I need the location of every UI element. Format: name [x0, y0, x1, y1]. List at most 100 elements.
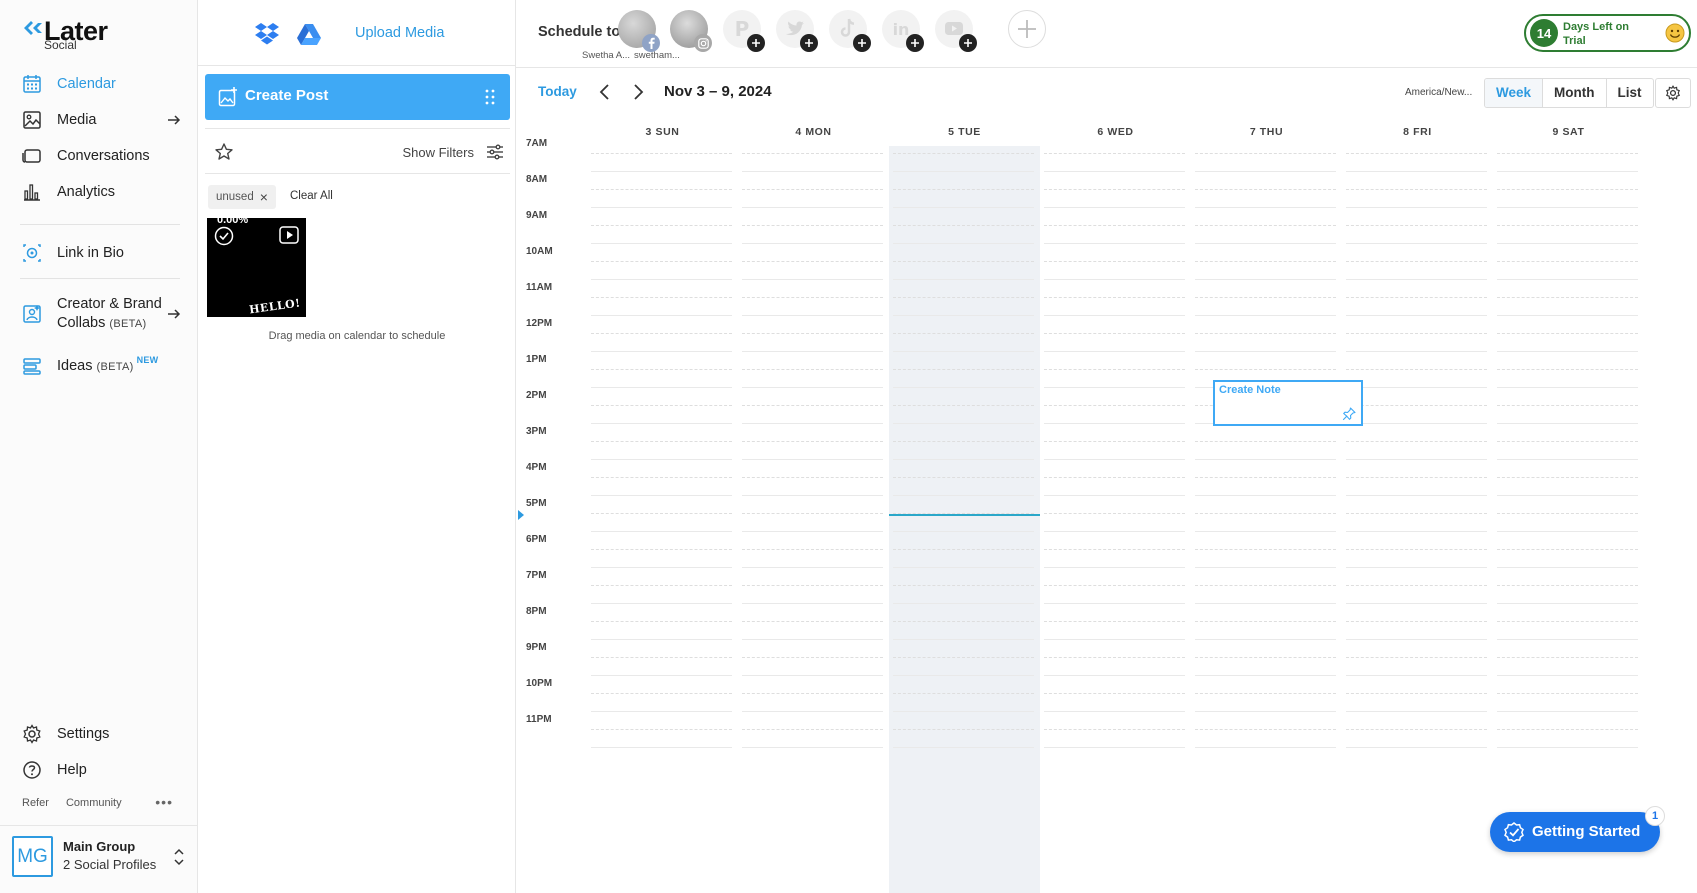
add-pinterest-profile[interactable]: P	[723, 10, 765, 52]
sidebar-item-label: Help	[57, 762, 87, 778]
time-slot-line	[1497, 711, 1638, 712]
time-slot-line	[1497, 315, 1638, 316]
time-slot-line	[1346, 351, 1487, 352]
timezone-select[interactable]: America/New...	[1405, 87, 1472, 98]
refer-link[interactable]: Refer	[22, 797, 49, 809]
sidebar-item-label: Link in Bio	[57, 245, 124, 261]
group-switcher[interactable]: MG Main Group 2 Social Profiles	[12, 836, 192, 880]
time-slot-line	[742, 315, 883, 316]
close-icon[interactable]: ×	[260, 189, 268, 205]
half-hour-line	[1497, 693, 1638, 694]
group-avatar: MG	[12, 836, 53, 877]
community-link[interactable]: Community	[66, 797, 122, 809]
current-time-marker	[518, 510, 524, 520]
time-slot-line	[742, 567, 883, 568]
half-hour-line	[742, 693, 883, 694]
more-options-icon[interactable]: •••	[155, 794, 173, 810]
time-slot-line	[1195, 603, 1336, 604]
hour-label: 9AM	[526, 210, 548, 221]
add-twitter-profile[interactable]	[776, 10, 818, 52]
half-hour-line	[1195, 693, 1336, 694]
calendar-settings-button[interactable]	[1655, 78, 1691, 108]
time-slot-line	[591, 495, 732, 496]
check-circle-icon[interactable]	[214, 226, 234, 246]
half-hour-line	[1346, 477, 1487, 478]
time-slot-line	[1044, 171, 1185, 172]
half-hour-line	[1195, 441, 1336, 442]
show-filters-button[interactable]: Show Filters	[402, 145, 474, 160]
hour-label: 4PM	[526, 462, 547, 473]
time-slot-line	[1497, 603, 1638, 604]
half-hour-line	[893, 621, 1034, 622]
time-slot-line	[742, 387, 883, 388]
view-week-button[interactable]: Week	[1485, 79, 1544, 107]
time-slot-line	[1195, 279, 1336, 280]
chevron-left-icon[interactable]	[596, 82, 614, 102]
sidebar-item-label: Analytics	[57, 184, 116, 200]
sidebar-item-calendar[interactable]: Calendar	[0, 66, 198, 102]
filter-chip-label: unused	[216, 191, 254, 203]
time-slot-line	[1346, 495, 1487, 496]
top-header: Schedule to Swetha A... swetham... P in …	[516, 0, 1697, 68]
sidebar-item-settings[interactable]: Settings	[0, 716, 198, 752]
add-youtube-profile[interactable]	[935, 10, 977, 52]
sidebar-item-creator-brand-collabs[interactable]: Creator & Brand Collabs (BETA)	[0, 290, 198, 338]
svg-text:P: P	[735, 17, 750, 41]
view-list-button[interactable]: List	[1607, 79, 1653, 107]
create-post-button[interactable]: Create Post	[205, 74, 510, 120]
filter-chip-unused[interactable]: unused ×	[208, 185, 276, 209]
getting-started-button[interactable]: Getting Started 1	[1490, 806, 1665, 852]
clear-all-button[interactable]: Clear All	[290, 190, 333, 202]
half-hour-line	[1497, 261, 1638, 262]
google-drive-icon[interactable]	[296, 23, 322, 45]
half-hour-line	[1044, 585, 1185, 586]
half-hour-line	[591, 657, 732, 658]
half-hour-line	[1044, 657, 1185, 658]
trial-badge[interactable]: 14 Days Left on Trial	[1524, 14, 1691, 52]
star-icon[interactable]	[214, 142, 234, 162]
half-hour-line	[1346, 153, 1487, 154]
half-hour-line	[591, 261, 732, 262]
half-hour-line	[742, 189, 883, 190]
time-slot-line	[893, 279, 1034, 280]
today-button[interactable]: Today	[538, 84, 577, 99]
sidebar-item-link-in-bio[interactable]: Link in Bio	[0, 235, 198, 271]
time-slot-line	[893, 207, 1034, 208]
time-slot-line	[1346, 423, 1487, 424]
half-hour-line	[591, 189, 732, 190]
sliders-icon[interactable]	[486, 143, 504, 161]
profile-instagram[interactable]	[670, 10, 712, 52]
add-profile-button[interactable]	[1008, 10, 1046, 48]
dropbox-icon[interactable]	[254, 22, 280, 46]
half-hour-line	[1195, 333, 1336, 334]
sidebar-item-media[interactable]: Media	[0, 102, 198, 138]
half-hour-line	[893, 369, 1034, 370]
time-slot-line	[893, 675, 1034, 676]
upload-media-link[interactable]: Upload Media	[355, 25, 444, 41]
time-slot-line	[1497, 459, 1638, 460]
profile-facebook[interactable]	[618, 10, 660, 52]
pin-icon[interactable]	[1342, 407, 1356, 421]
half-hour-line	[1497, 657, 1638, 658]
add-tiktok-profile[interactable]	[829, 10, 871, 52]
time-slot-line	[1497, 207, 1638, 208]
sidebar-item-ideas[interactable]: Ideas (BETA)NEW	[0, 348, 198, 384]
smiley-icon	[1665, 23, 1685, 43]
view-month-button[interactable]: Month	[1543, 79, 1607, 107]
half-hour-line	[1497, 513, 1638, 514]
trial-days-count: 14	[1530, 19, 1558, 47]
calendar-week-grid[interactable]: 3 SUN 4 MON 5 TUE 6 WED 7 THU 8 FRI 9 SAT 7AM 8A…	[516, 116, 1697, 893]
sidebar-item-label: Calendar	[57, 76, 116, 92]
sidebar-item-help[interactable]: Help	[0, 752, 198, 788]
group-name: Main Group	[63, 839, 136, 854]
sidebar-item-analytics[interactable]: Analytics	[0, 174, 198, 210]
half-hour-line	[1044, 729, 1185, 730]
time-slot-line	[591, 675, 732, 676]
create-note-card[interactable]: Create Note	[1213, 380, 1363, 426]
media-thumbnail[interactable]: 0.00% HELLO!	[207, 218, 306, 317]
chevron-right-icon[interactable]	[629, 82, 647, 102]
drag-handle-icon[interactable]	[485, 89, 495, 105]
time-slot-line	[591, 459, 732, 460]
add-linkedin-profile[interactable]: in	[882, 10, 924, 52]
sidebar-item-conversations[interactable]: Conversations	[0, 138, 198, 174]
